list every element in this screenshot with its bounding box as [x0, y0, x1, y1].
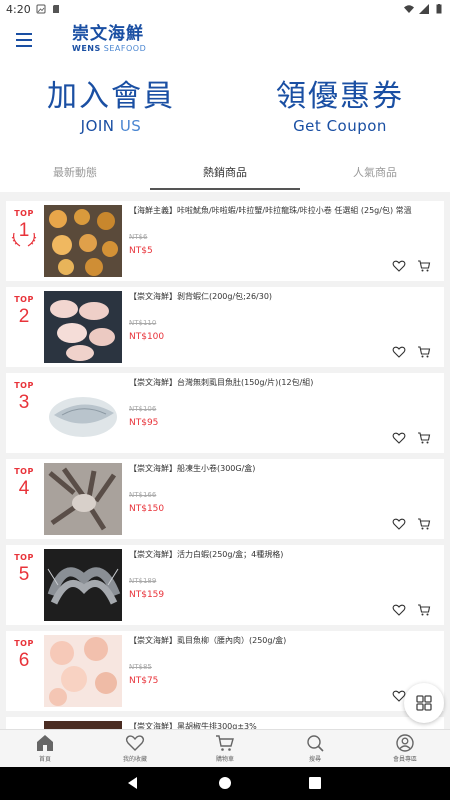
battery-icon	[436, 4, 442, 14]
original-price: NT$106	[129, 405, 157, 413]
cart-icon[interactable]	[417, 345, 431, 359]
promo-banner: 加入會員 JOIN US 領優惠券 Get Coupon	[0, 68, 450, 156]
product-image-baby-squid[interactable]	[44, 463, 122, 535]
product-card[interactable]: TOP 3 【崇文海鮮】台灣無刺虱目魚肚(150g/片)(12包/組) NT$1…	[6, 373, 444, 453]
get-coupon-subtitle: Get Coupon	[293, 117, 387, 135]
original-price: NT$166	[129, 491, 157, 499]
tab-popular-products[interactable]: 人氣商品	[325, 164, 425, 180]
nav-cart[interactable]: 購物車	[195, 734, 255, 763]
recents-icon[interactable]	[308, 776, 322, 790]
product-title[interactable]: 【崇文海鮮】活力白蝦(250g/盒；4種規格)	[129, 549, 441, 561]
app-header: 崇文海鮮 WENS SEAFOOD	[0, 18, 450, 68]
cart-icon[interactable]	[417, 431, 431, 445]
sale-price: NT$150	[129, 504, 165, 514]
product-title[interactable]: 【崇文海鮮】船凍生小卷(300G/盒)	[129, 463, 441, 475]
logo-text-en: WENS SEAFOOD	[72, 44, 147, 53]
product-image-shrimp-meat[interactable]	[44, 291, 122, 363]
cart-icon	[216, 735, 234, 751]
logo-text-cn: 崇文海鮮	[72, 24, 144, 44]
nav-home[interactable]: 首頁	[15, 734, 75, 763]
join-member-title: 加入會員	[47, 79, 175, 114]
heart-icon[interactable]	[392, 517, 406, 531]
sale-price: NT$5	[129, 246, 153, 256]
rank-badge: TOP 6	[14, 639, 34, 671]
image-notification-icon	[36, 4, 46, 14]
heart-icon[interactable]	[392, 431, 406, 445]
grid-icon	[416, 695, 432, 711]
nav-member[interactable]: 會員專區	[375, 734, 435, 763]
product-image-fried-seafood[interactable]	[44, 205, 122, 277]
join-member-button[interactable]: 加入會員 JOIN US	[36, 78, 186, 136]
product-tabs: 最新動態 熱銷商品 人氣商品	[0, 156, 450, 192]
product-image-milkfish-belly[interactable]	[44, 377, 122, 449]
product-title[interactable]: 【崇文海鮮】黑胡椒牛排300g±3%	[129, 721, 441, 729]
signal-icon	[419, 4, 429, 14]
sale-price: NT$159	[129, 590, 165, 600]
product-list[interactable]: TOP 1 【海鮮主義】咔啦魷魚/咔啦蝦/咔拉蟹/咔拉龍珠/咔拉小卷 任選組 (…	[0, 192, 450, 729]
product-title[interactable]: 【崇文海鮮】台灣無刺虱目魚肚(150g/片)(12包/組)	[129, 377, 441, 389]
sale-price: NT$100	[129, 332, 165, 342]
original-price: NT$85	[129, 663, 152, 671]
laurel-icon	[11, 232, 37, 247]
grid-view-button[interactable]	[404, 683, 444, 723]
search-icon	[307, 735, 324, 752]
sale-price: NT$75	[129, 676, 159, 686]
home-button-icon[interactable]	[218, 776, 232, 790]
menu-icon[interactable]	[16, 33, 32, 47]
product-card[interactable]: TOP 4 【崇文海鮮】船凍生小卷(300G/盒) NT$166 NT$150	[6, 459, 444, 539]
original-price: NT$6	[129, 233, 148, 241]
status-bar: 4:20	[0, 0, 450, 18]
product-image-white-shrimp[interactable]	[44, 549, 122, 621]
product-card[interactable]: 【崇文海鮮】黑胡椒牛排300g±3%	[6, 717, 444, 729]
get-coupon-title: 領優惠券	[276, 79, 404, 114]
sd-card-notification-icon	[52, 5, 59, 13]
heart-icon	[125, 735, 145, 751]
product-image-milkfish-fillet[interactable]	[44, 635, 122, 707]
heart-icon[interactable]	[392, 345, 406, 359]
user-icon	[396, 734, 414, 752]
tab-latest-news[interactable]: 最新動態	[25, 164, 125, 180]
product-card[interactable]: TOP 1 【海鮮主義】咔啦魷魚/咔啦蝦/咔拉蟹/咔拉龍珠/咔拉小卷 任選組 (…	[6, 201, 444, 281]
original-price: NT$110	[129, 319, 157, 327]
active-tab-indicator	[150, 188, 300, 190]
rank-badge: TOP 3	[14, 381, 34, 413]
product-title[interactable]: 【崇文海鮮】虱目魚柳（腰內肉）(250g/盒)	[129, 635, 441, 647]
rank-badge: TOP 5	[14, 553, 34, 585]
back-icon[interactable]	[126, 776, 140, 790]
tab-best-sellers[interactable]: 熱銷商品	[175, 164, 275, 180]
original-price: NT$189	[129, 577, 157, 585]
wifi-icon	[404, 5, 414, 13]
heart-icon[interactable]	[392, 259, 406, 273]
bottom-navigation: 首頁 我的收藏 購物車 搜尋 會員專區	[0, 729, 450, 767]
rank-badge: TOP 4	[14, 467, 34, 499]
product-card[interactable]: TOP 6 【崇文海鮮】虱目魚柳（腰內肉）(250g/盒) NT$85 NT$7…	[6, 631, 444, 711]
join-member-subtitle: JOIN US	[80, 117, 142, 135]
heart-icon[interactable]	[392, 603, 406, 617]
brand-logo[interactable]: 崇文海鮮 WENS SEAFOOD	[72, 24, 146, 54]
cart-icon[interactable]	[417, 517, 431, 531]
cart-icon[interactable]	[417, 603, 431, 617]
home-icon	[37, 735, 53, 751]
rank-badge: TOP 2	[14, 295, 34, 327]
get-coupon-button[interactable]: 領優惠券 Get Coupon	[262, 78, 418, 136]
status-time: 4:20	[6, 2, 31, 16]
nav-favorites[interactable]: 我的收藏	[105, 734, 165, 763]
product-card[interactable]: TOP 5 【崇文海鮮】活力白蝦(250g/盒；4種規格) NT$189 NT$…	[6, 545, 444, 625]
product-title[interactable]: 【崇文海鮮】剝背蝦仁(200g/包;26/30)	[129, 291, 441, 303]
nav-search[interactable]: 搜尋	[285, 734, 345, 763]
product-title[interactable]: 【海鮮主義】咔啦魷魚/咔啦蝦/咔拉蟹/咔拉龍珠/咔拉小卷 任選組 (25g/包)…	[129, 205, 441, 217]
product-card[interactable]: TOP 2 【崇文海鮮】剝背蝦仁(200g/包;26/30) NT$110 NT…	[6, 287, 444, 367]
sale-price: NT$95	[129, 418, 159, 428]
product-image-steak[interactable]	[44, 721, 122, 729]
system-navigation-bar	[0, 767, 450, 800]
cart-icon[interactable]	[417, 259, 431, 273]
